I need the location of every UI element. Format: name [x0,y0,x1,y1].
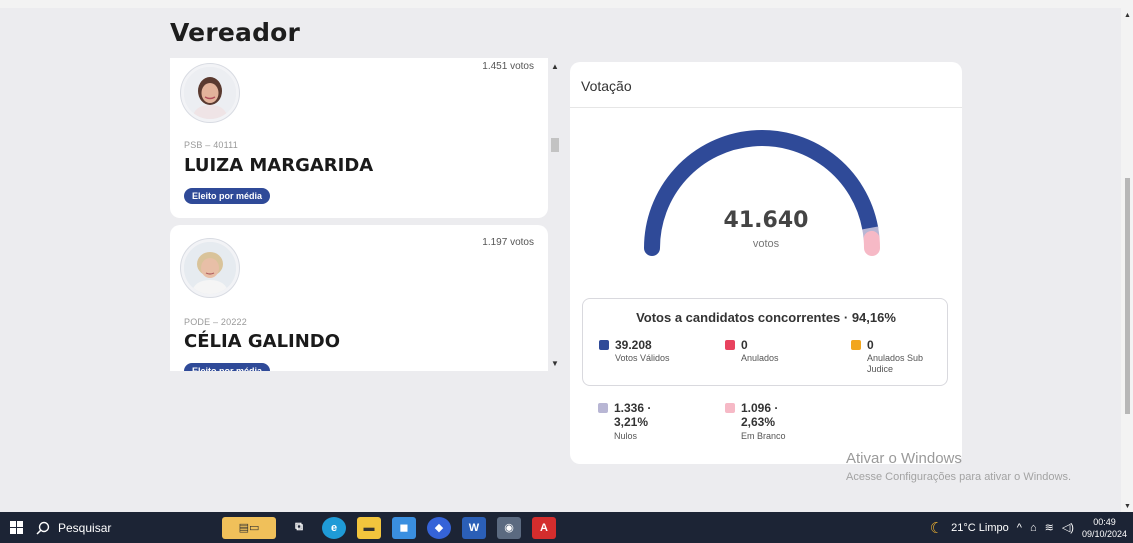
stat-value: 39.208 [615,338,652,352]
clock-date: 09/10/2024 [1081,528,1127,539]
system-tray: ☾ 21°C Limpo ^ ⌂ ≋ ◁) 00:49 09/10/2024 [930,512,1127,543]
candidate-list[interactable]: 1.451 votos PSB – 40111 LUIZA MARGARIDA … [170,58,562,371]
stat-value: 0 [867,338,874,352]
chrome-icon[interactable]: ◉ [497,516,521,539]
stat-value: 1.336 · [614,401,652,415]
search-label: Pesquisar [58,520,112,535]
clock[interactable]: 00:49 09/10/2024 [1082,516,1127,540]
activation-watermark-text: Acesse Configurações para ativar o Windo… [846,471,1071,483]
candidate-list-scrollbar[interactable]: ▲ ▼ [549,62,561,368]
stat-value: 1.096 · [741,401,779,415]
stat-em-branco: 1.096 · 2,63% Em Branco [725,401,825,451]
status-badge: Eleito por média [184,363,271,371]
stat-valid: 39.208 Votos Válidos [599,338,699,378]
stat-label: Anulados [741,353,779,363]
divider [570,107,962,108]
taskbar-apps: ▤▭ ⧉ e ▬ ◼ ◆ W ◉ A [222,515,556,540]
candidate-card[interactable]: 1.197 votos PODE – 20222 CÉLIA GALINDO E… [170,225,548,371]
legend-swatch-nulos [598,403,608,413]
candidate-party: PODE – 20222 [184,317,247,327]
status-badge: Eleito por média [184,188,271,204]
word-icon[interactable]: W [462,516,486,539]
total-votes-label: votos [752,238,780,250]
total-votes: 41.640 [723,208,809,233]
stat-value: 0 [741,338,748,352]
pinned-app-icon[interactable]: ▤▭ [222,516,276,539]
scrollbar-thumb[interactable] [1125,178,1130,414]
clock-time: 00:49 [1093,516,1116,527]
store-icon[interactable]: ◼ [392,516,416,539]
windows-taskbar: Pesquisar ▤▭ ⧉ e ▬ ◼ ◆ W ◉ A ☾ 21°C Limp… [0,512,1133,543]
edge-icon[interactable]: e [322,516,346,539]
taskbar-search[interactable]: Pesquisar [36,512,111,543]
network-icon[interactable]: ⌂ [1030,522,1037,534]
acrobat-icon[interactable]: A [532,516,556,539]
candidate-photo [181,239,239,297]
candidate-votes: 1.197 votos [482,237,534,248]
summary-title: Votos a candidatos concorrentes · 94,16% [636,310,896,325]
legend-swatch-sub-judice [851,340,861,350]
scroll-up-icon[interactable]: ▲ [1124,12,1131,19]
candidate-card[interactable]: 1.451 votos PSB – 40111 LUIZA MARGARIDA … [170,58,548,218]
browser-top-strip [0,0,1133,8]
page-scrollbar[interactable]: ▲ ▼ [1121,8,1133,512]
stat-label: Votos Válidos [615,353,670,363]
task-view-icon[interactable]: ⧉ [287,517,311,539]
stat-anulados-sub-judice: 0 Anulados Sub Judice [851,338,947,382]
stat-label: Nulos [614,431,638,441]
stat-nulos: 1.336 · 3,21% Nulos [598,401,698,451]
scrollbar-thumb[interactable] [551,138,559,152]
scroll-up-icon[interactable]: ▲ [551,62,559,71]
stat-percent: 3,21% [614,415,649,429]
weather-text[interactable]: 21°C Limpo [951,522,1009,534]
candidate-name: LUIZA MARGARIDA [184,155,374,176]
stat-percent: 2,63% [741,415,776,429]
scroll-down-icon[interactable]: ▼ [551,359,559,368]
chevron-up-icon[interactable]: ^ [1017,522,1022,534]
stat-label: Anulados Sub Judice [867,353,924,374]
activation-watermark-title: Ativar o Windows [846,450,962,467]
stat-anulados: 0 Anulados [725,338,825,378]
candidate-name: CÉLIA GALINDO [184,331,341,352]
candidate-party: PSB – 40111 [184,140,238,150]
votacao-panel: Votação 41.640 votos Votos a candidatos … [570,62,962,464]
search-icon [36,521,50,535]
candidate-photo [181,64,239,122]
page-title: Vereador [170,18,301,47]
weather-moon-icon[interactable]: ☾ [930,519,943,537]
candidate-votes: 1.451 votos [482,61,534,72]
panel-title: Votação [581,78,632,94]
app-icon[interactable]: ◆ [427,516,451,539]
volume-icon[interactable]: ◁) [1062,521,1074,534]
wifi-icon[interactable]: ≋ [1045,521,1054,534]
file-explorer-icon[interactable]: ▬ [357,516,381,539]
legend-swatch-anulados [725,340,735,350]
concurrent-votes-box: Votos a candidatos concorrentes · 94,16%… [582,298,948,386]
scroll-down-icon[interactable]: ▼ [1124,503,1131,510]
stat-label: Em Branco [741,431,786,441]
legend-swatch-valid [599,340,609,350]
windows-start-icon[interactable] [10,521,24,535]
legend-swatch-em-branco [725,403,735,413]
